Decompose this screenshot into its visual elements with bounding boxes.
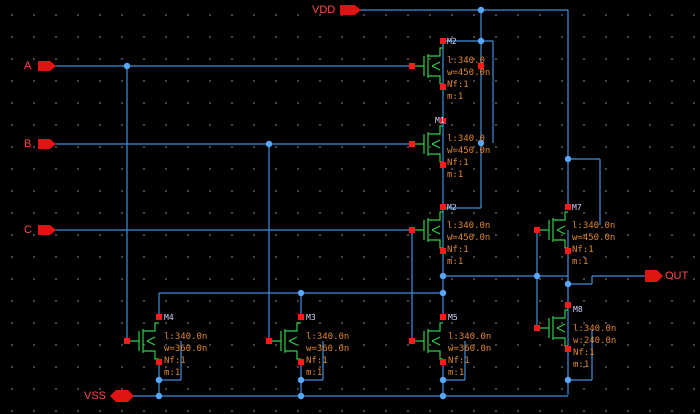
- width-param: w=450.0n: [447, 146, 491, 156]
- out-pin-label: OUT: [665, 270, 689, 282]
- a-pin-shape[interactable]: [38, 61, 56, 71]
- pmos-m7-symbol[interactable]: [534, 204, 571, 254]
- nmos-m8-symbol[interactable]: [534, 302, 571, 352]
- width-param: w:240.0n: [573, 336, 617, 346]
- multiplier-param: m:1: [447, 170, 464, 180]
- instance-name: M5: [448, 313, 458, 322]
- vss-pin-shape[interactable]: [110, 390, 134, 402]
- junction-dot: [564, 155, 572, 163]
- length-param: l:340.0: [447, 134, 485, 144]
- junction-dot: [155, 376, 163, 384]
- schematic-drawing: [38, 5, 663, 402]
- length-param: l:340.0n: [164, 332, 208, 342]
- b-pin-shape[interactable]: [38, 139, 56, 149]
- junction-dot: [564, 376, 572, 384]
- junction-dot: [439, 376, 447, 384]
- nmos-m5-symbol[interactable]: [409, 314, 446, 365]
- nmos-m3-symbol[interactable]: [266, 314, 304, 365]
- junction-dot: [533, 272, 541, 280]
- instance-name: M3: [306, 313, 316, 322]
- instance-name: M2: [447, 37, 457, 46]
- junction-dot: [439, 289, 447, 297]
- junction-dot: [477, 37, 485, 45]
- vdd-pin-label: VDD: [312, 4, 336, 16]
- fingers-param: Nf:1: [448, 356, 470, 366]
- fingers-param: Nf:1: [447, 245, 469, 255]
- length-param: l:340.0n: [572, 221, 616, 231]
- vdd-pin-shape[interactable]: [340, 5, 361, 15]
- multiplier-param: m:1: [447, 257, 464, 267]
- instance-name: M7: [572, 203, 582, 212]
- vss-pin-label: VSS: [84, 390, 107, 402]
- junction-dot: [297, 392, 305, 400]
- pins: [38, 5, 663, 402]
- multiplier-param: m:1: [573, 360, 590, 370]
- junction-dot: [297, 289, 305, 297]
- multiplier-param: m:1: [164, 368, 181, 378]
- junction-dot: [297, 376, 305, 384]
- junction-dot: [564, 280, 572, 288]
- fingers-param: Nf:1: [572, 245, 594, 255]
- c-pin-label: C: [24, 224, 32, 236]
- a-pin-label: A: [24, 60, 32, 72]
- length-param: l:340.0n: [306, 332, 350, 342]
- multiplier-param: m:1: [572, 257, 589, 267]
- junction-dot: [265, 140, 273, 148]
- multiplier-param: m:1: [306, 368, 323, 378]
- c-pin-shape[interactable]: [38, 225, 56, 235]
- b-pin-label: B: [24, 138, 32, 150]
- junction-dot: [123, 62, 131, 70]
- pmos-m2-symbol[interactable]: [409, 204, 446, 254]
- junction-dot: [439, 392, 447, 400]
- out-pin-shape[interactable]: [645, 270, 663, 282]
- multiplier-param: m:1: [447, 92, 464, 102]
- width-param: w=450.0n: [572, 233, 616, 243]
- width-param: w=450.0n: [447, 68, 491, 78]
- width-param: w=450.0n: [447, 233, 491, 243]
- length-param: l:340.0n: [447, 221, 491, 231]
- instance-name: M4: [164, 313, 174, 322]
- length-param: l:340.0n: [448, 332, 492, 342]
- junction-dot: [477, 6, 485, 14]
- instance-name: M2: [447, 203, 457, 212]
- fingers-param: Nf:1: [447, 80, 469, 90]
- instance-name: M8: [573, 305, 583, 314]
- multiplier-param: m:1: [448, 368, 465, 378]
- fingers-param: Nf:1: [447, 158, 469, 168]
- junction-dot: [439, 272, 447, 280]
- length-param: l:340.0n: [573, 324, 617, 334]
- fingers-param: Nf:1: [306, 356, 328, 366]
- length-param: l:340.0: [447, 56, 485, 66]
- pmos-m1-symbol[interactable]: [409, 118, 446, 168]
- fingers-param: Nf:1: [573, 348, 595, 358]
- instance-name: M1: [435, 116, 445, 125]
- width-param: w=360.0n: [448, 344, 492, 354]
- nmos-m4-symbol[interactable]: [124, 314, 162, 365]
- width-param: w=360.0n: [164, 344, 208, 354]
- width-param: w=360.0n: [306, 344, 350, 354]
- junction-dot: [155, 392, 163, 400]
- fingers-param: Nf:1: [164, 356, 186, 366]
